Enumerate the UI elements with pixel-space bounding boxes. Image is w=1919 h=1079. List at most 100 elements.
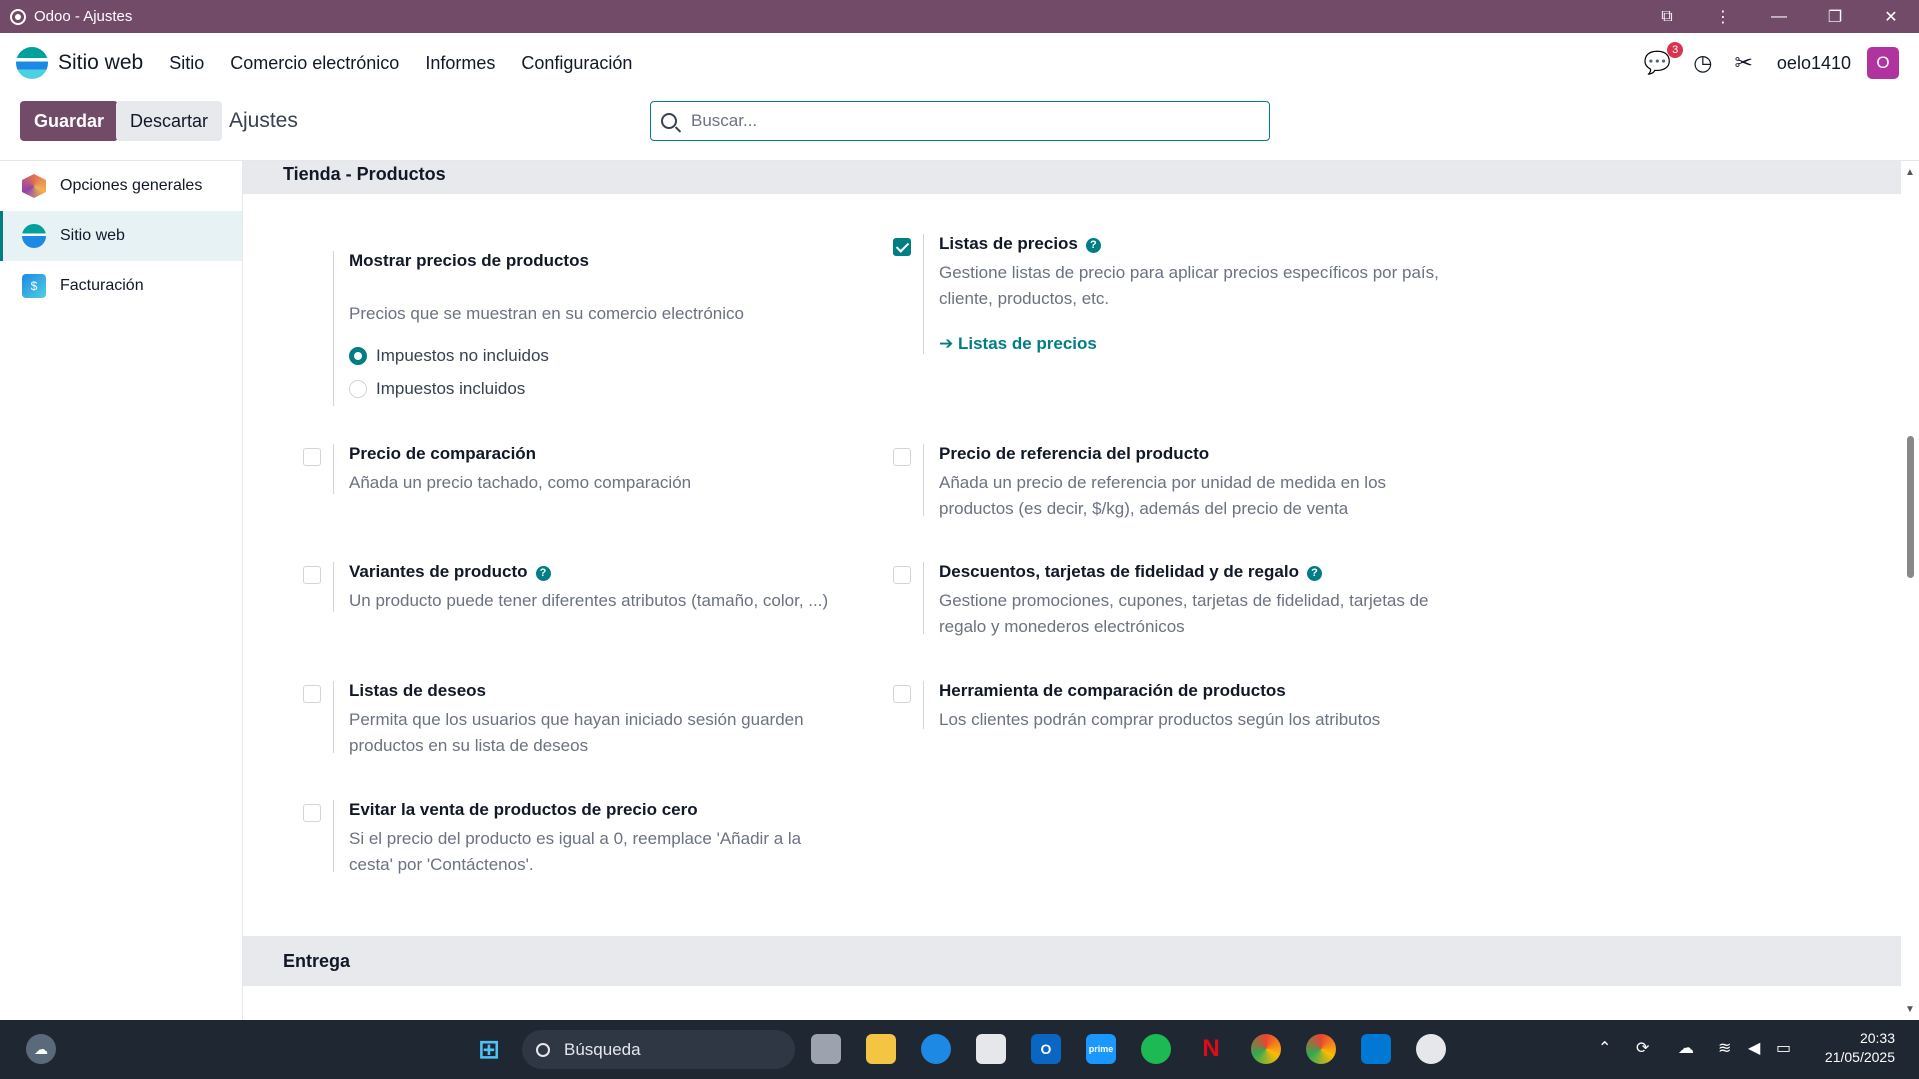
tools-icon[interactable]: ✂ [1734,50,1752,76]
file-explorer-icon[interactable] [866,1034,896,1064]
os-taskbar: ☁ ⊞ Búsqueda O prime N ⌃ ⟳ ☁ ≋ ◀ ▭ 20:33… [0,1020,1919,1079]
weather-icon[interactable]: ☁ [26,1034,56,1064]
app-icon [10,8,26,25]
help-icon[interactable]: ? [535,566,551,581]
sidebar-item-website[interactable]: Sitio web [0,211,242,261]
arrow-right-icon: ➔ [939,334,958,353]
link-label: Listas de precios [957,334,1097,353]
taskbar-search-label: Búsqueda [564,1039,641,1059]
setting-title: Herramienta de comparación de productos [939,681,1286,700]
website-app-icon[interactable] [16,47,48,79]
menu-ecommerce[interactable]: Comercio electrónico [230,53,399,74]
store-icon[interactable] [976,1034,1006,1064]
volume-icon[interactable]: ◀ [1748,1038,1760,1058]
search-input[interactable] [691,111,1231,131]
avatar[interactable]: O [1867,47,1899,79]
discard-button[interactable]: Descartar [116,101,223,141]
wishlist-checkbox[interactable] [303,685,321,703]
outlook-icon[interactable]: O [1031,1034,1061,1064]
divider [333,800,334,872]
divider [333,444,334,494]
radio-tax-excluded[interactable]: Impuestos no incluidos [349,346,549,366]
pricelists-checkbox[interactable] [893,238,911,256]
clock-icon[interactable]: ◷ [1693,50,1712,76]
extensions-icon[interactable]: ⧉ [1639,0,1695,33]
app-brand[interactable]: Sitio web [58,51,143,75]
setting-title-text: Descuentos, tarjetas de fidelidad y de r… [939,562,1299,581]
sync-icon[interactable]: ⟳ [1636,1038,1649,1058]
spotify-icon[interactable] [1141,1034,1171,1064]
divider [333,562,334,612]
scroll-down-icon[interactable]: ▼ [1905,1004,1915,1015]
wifi-icon[interactable]: ≋ [1718,1038,1731,1058]
prime-video-icon[interactable]: prime [1086,1034,1116,1064]
reference-price-checkbox[interactable] [893,448,911,466]
clock-time: 20:33 [1859,1030,1895,1046]
setting-title-text: Listas de precios [939,234,1078,253]
radio-dot-selected[interactable] [349,347,367,365]
menu-sitio[interactable]: Sitio [169,53,204,74]
battery-icon[interactable]: ▭ [1776,1038,1791,1058]
setting-title-text: Variantes de producto [349,562,528,581]
comparison-checkbox[interactable] [893,685,911,703]
divider [333,681,334,753]
netflix-icon[interactable]: N [1196,1034,1226,1064]
clock-date: 21/05/2025 [1824,1049,1895,1065]
setting-pricelists: Listas de precios? Gestione listas de pr… [833,234,1439,354]
search-icon [536,1042,550,1057]
taskbar-search[interactable]: Búsqueda [522,1030,795,1069]
sidebar-item-general[interactable]: Opciones generales [0,161,242,211]
pricelists-link[interactable]: ➔ Listas de precios [939,334,1097,354]
chrome-profile-icon[interactable] [1306,1034,1336,1064]
loyalty-checkbox[interactable] [893,566,911,584]
chevron-up-icon[interactable]: ⌃ [1598,1038,1611,1058]
setting-title: Listas de deseos [349,681,487,700]
setting-reference-price: Precio de referencia del producto Añada … [833,444,1393,524]
divider [333,251,334,406]
sidebar-item-invoicing[interactable]: $ Facturación [0,261,242,311]
setting-title: Descuentos, tarjetas de fidelidad y de r… [939,562,1322,582]
task-view-icon[interactable] [811,1034,841,1064]
control-panel: Guardar Descartar Ajustes [0,93,1919,161]
system-clock[interactable]: 20:33 21/05/2025 [1825,1029,1895,1067]
chat-icon[interactable]: 💬 3 [1644,42,1684,76]
onedrive-icon[interactable]: ☁ [1678,1038,1694,1058]
username[interactable]: oelo1410 [1777,53,1851,74]
radio-tax-included[interactable]: Impuestos incluidos [349,379,525,399]
setting-title: Evitar la venta de productos de precio c… [349,800,698,819]
settings-content: Tienda - Productos Mostrar precios de pr… [243,161,1901,1020]
help-icon[interactable]: ? [1085,238,1101,253]
divider [923,444,924,516]
setting-desc: Los clientes podrán comprar productos se… [939,710,1381,729]
settings-sidebar: Opciones generales Sitio web $ Facturaci… [0,161,243,1020]
minimize-button[interactable]: — [1751,0,1807,33]
setting-variants: Variantes de producto? Un producto puede… [243,562,828,622]
compare-price-checkbox[interactable] [303,448,321,466]
divider [923,234,924,354]
help-icon[interactable]: ? [1306,566,1322,581]
breadcrumb: Ajustes [229,109,298,132]
close-button[interactable]: ✕ [1863,0,1919,33]
scroll-up-icon[interactable]: ▲ [1905,167,1915,178]
setting-title: Variantes de producto? [349,562,551,582]
more-options-icon[interactable]: ⋮ [1695,0,1751,33]
vscode-icon[interactable] [1361,1034,1391,1064]
windows-start-icon[interactable]: ⊞ [474,1034,504,1064]
radio-dot[interactable] [349,380,367,398]
edge-icon[interactable] [921,1034,951,1064]
restore-button[interactable]: ❐ [1807,0,1863,33]
odoo-app-icon[interactable] [1416,1034,1446,1064]
save-button[interactable]: Guardar [20,101,119,141]
setting-desc: Gestione promociones, cupones, tarjetas … [939,591,1429,636]
content-scrollbar[interactable]: ▲ ▼ [1901,161,1919,1020]
search-box[interactable] [650,101,1270,141]
zero-price-checkbox[interactable] [303,804,321,822]
setting-title: Mostrar precios de productos [349,251,589,270]
menu-informes[interactable]: Informes [425,53,495,74]
chrome-icon[interactable] [1251,1034,1281,1064]
radio-label: Impuestos no incluidos [376,346,549,365]
setting-show-prices: Mostrar precios de productos Precios que… [243,251,803,406]
variants-checkbox[interactable] [303,566,321,584]
scroll-thumb[interactable] [1907,436,1914,578]
menu-configuracion[interactable]: Configuración [521,53,632,74]
